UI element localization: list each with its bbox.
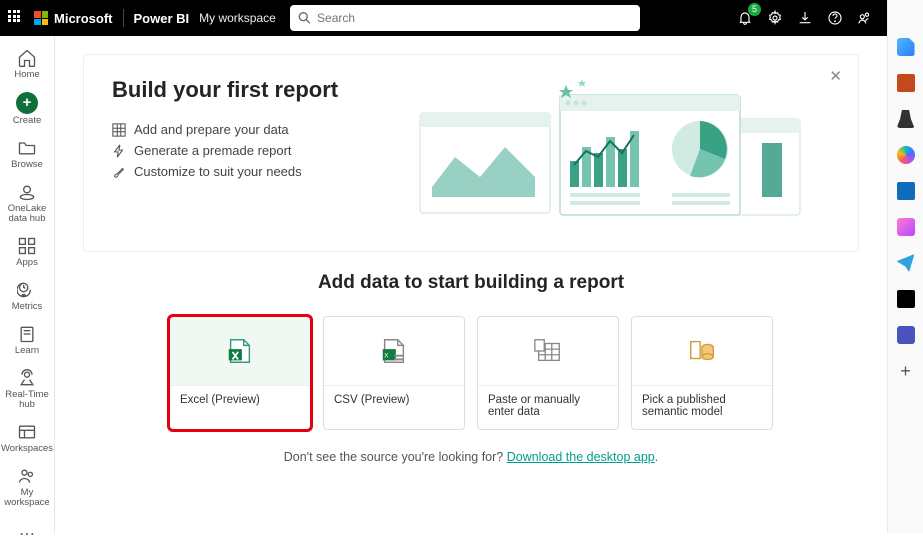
microsoft-brand: Microsoft xyxy=(34,11,113,26)
table-icon xyxy=(533,336,563,366)
hero-step: Customize to suit your needs xyxy=(112,161,338,182)
left-nav: Home + Create Browse OneLake data hub Ap… xyxy=(0,36,55,533)
nav-apps[interactable]: Apps xyxy=(0,230,54,274)
download-desktop-link[interactable]: Download the desktop app xyxy=(507,450,655,464)
notification-count: 5 xyxy=(748,3,761,16)
nav-label: Workspaces xyxy=(1,444,53,454)
footer-text: Don't see the source you're looking for? xyxy=(284,450,507,464)
download-icon[interactable] xyxy=(797,10,813,26)
rail-chess-icon[interactable] xyxy=(897,110,915,128)
nav-metrics[interactable]: Metrics xyxy=(0,274,54,318)
app-launcher-icon[interactable] xyxy=(8,10,24,26)
hero-step-label: Add and prepare your data xyxy=(134,122,289,137)
card-label: Excel (Preview) xyxy=(170,385,310,429)
nav-label: Apps xyxy=(16,258,38,268)
search-field[interactable] xyxy=(317,11,632,25)
realtime-icon xyxy=(17,368,37,388)
card-excel[interactable]: Excel (Preview) xyxy=(169,316,311,430)
card-csv[interactable]: X CSV (Preview) xyxy=(323,316,465,430)
divider xyxy=(123,9,124,27)
rail-tag-icon[interactable] xyxy=(897,38,915,56)
grid-icon xyxy=(112,123,126,137)
excel-icon xyxy=(225,336,255,366)
main-content: Build your first report Add and prepare … xyxy=(55,36,887,533)
footer-note: Don't see the source you're looking for?… xyxy=(55,450,887,464)
card-label: Pick a published semantic model xyxy=(632,385,772,429)
rail-teams-icon[interactable] xyxy=(897,326,915,344)
brand-label: Microsoft xyxy=(54,11,113,26)
nav-my-workspace[interactable]: My workspace xyxy=(0,460,54,514)
rail-briefcase-icon[interactable] xyxy=(897,74,915,92)
section-heading: Add data to start building a report xyxy=(55,272,887,294)
data-source-cards: Excel (Preview) X CSV (Preview) Paste or… xyxy=(55,316,887,436)
plus-icon: + xyxy=(16,92,38,114)
nav-onelake[interactable]: OneLake data hub xyxy=(0,176,54,230)
brush-icon xyxy=(112,165,126,179)
metrics-icon xyxy=(17,280,37,300)
search-input[interactable] xyxy=(290,5,640,31)
semantic-model-icon xyxy=(687,336,717,366)
footer-suffix: . xyxy=(655,450,658,464)
rail-add-icon[interactable]: + xyxy=(897,362,915,380)
nav-more-button[interactable]: ⋯ xyxy=(19,514,35,554)
nav-label: Home xyxy=(14,70,39,80)
home-icon xyxy=(17,48,37,68)
nav-realtime[interactable]: Real-Time hub xyxy=(0,362,54,416)
hero-step: Add and prepare your data xyxy=(112,119,338,140)
nav-label: Browse xyxy=(11,160,43,170)
hero-step-label: Generate a premade report xyxy=(134,143,292,158)
learn-icon xyxy=(17,324,37,344)
nav-create[interactable]: + Create xyxy=(0,86,54,132)
rail-outlook-icon[interactable] xyxy=(897,182,915,200)
nav-label: Real-Time hub xyxy=(0,390,54,410)
nav-label: My workspace xyxy=(0,488,54,508)
nav-workspaces[interactable]: Workspaces xyxy=(0,416,54,460)
workspaces-icon xyxy=(17,422,37,442)
nav-browse[interactable]: Browse xyxy=(0,132,54,176)
notifications-button[interactable]: 5 xyxy=(737,9,753,28)
nav-label: Learn xyxy=(15,346,39,356)
hero-step: Generate a premade report xyxy=(112,140,338,161)
csv-icon: X xyxy=(379,336,409,366)
card-label: CSV (Preview) xyxy=(324,385,464,429)
product-label[interactable]: Power BI xyxy=(134,11,190,26)
hero-close-button[interactable]: ✕ xyxy=(829,67,842,85)
rail-copilot-icon[interactable] xyxy=(897,146,915,164)
onelake-icon xyxy=(17,182,37,202)
right-app-rail: + xyxy=(887,0,923,533)
card-semantic-model[interactable]: Pick a published semantic model xyxy=(631,316,773,430)
search-icon xyxy=(298,11,311,25)
help-icon[interactable] xyxy=(827,10,843,26)
nav-learn[interactable]: Learn xyxy=(0,318,54,362)
hero-title: Build your first report xyxy=(112,77,338,103)
my-workspace-icon xyxy=(17,466,37,486)
nav-label: OneLake data hub xyxy=(0,204,54,224)
nav-label: Create xyxy=(13,116,42,126)
hero-illustration xyxy=(410,77,810,227)
card-label: Paste or manually enter data xyxy=(478,385,618,429)
card-paste[interactable]: Paste or manually enter data xyxy=(477,316,619,430)
rail-pink-icon[interactable] xyxy=(897,218,915,236)
nav-home[interactable]: Home xyxy=(0,42,54,86)
settings-gear-icon[interactable] xyxy=(767,10,783,26)
rail-telegram-icon[interactable] xyxy=(897,254,915,272)
nav-label: Metrics xyxy=(12,302,43,312)
rail-x-icon[interactable] xyxy=(897,290,915,308)
microsoft-logo-icon xyxy=(34,11,48,25)
hero-card: Build your first report Add and prepare … xyxy=(83,54,859,252)
feedback-icon[interactable] xyxy=(857,10,873,26)
folder-icon xyxy=(17,138,37,158)
svg-text:X: X xyxy=(384,353,389,360)
workspace-label[interactable]: My workspace xyxy=(199,11,276,25)
lightning-icon xyxy=(112,144,126,158)
hero-step-label: Customize to suit your needs xyxy=(134,164,302,179)
apps-icon xyxy=(17,236,37,256)
